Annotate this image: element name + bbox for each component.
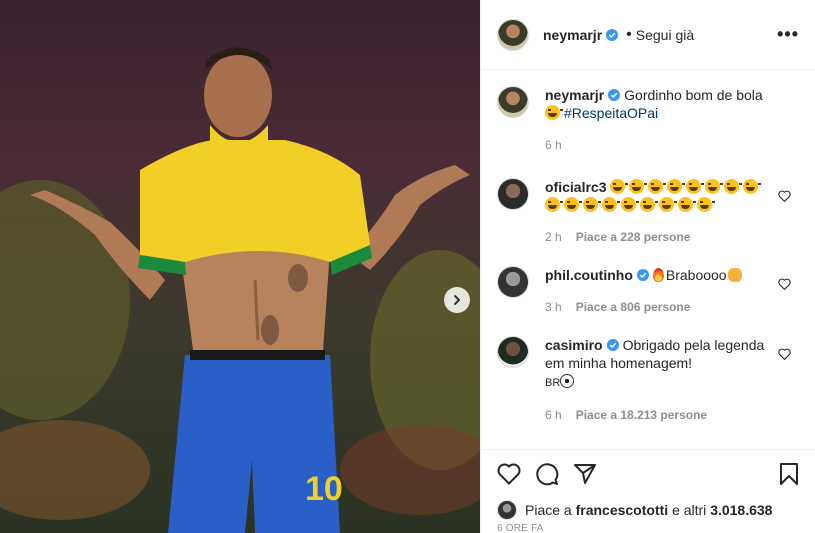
comments-list: neymarjr Gordinho bom de bola #RespeitaOP… xyxy=(481,70,815,449)
laughing-emoji-icon xyxy=(640,197,658,212)
laughing-emoji-icon xyxy=(667,179,686,194)
comment-time[interactable]: 6 h xyxy=(545,408,562,422)
follow-status-button[interactable]: Segui già xyxy=(636,27,694,43)
verified-badge-icon xyxy=(606,28,619,41)
comment-text: Braboooo xyxy=(665,267,727,283)
likes-prefix: Piace a xyxy=(525,502,572,518)
laughing-emoji-icon xyxy=(686,179,705,194)
laughing-emoji-icon xyxy=(629,179,648,194)
flag-emoji-text: BR xyxy=(545,377,561,389)
comment-username[interactable]: phil.coutinho xyxy=(545,267,633,283)
comment-item: casimiro Obrigado pela legenda em minha h… xyxy=(497,336,799,424)
laughing-emoji-icon xyxy=(705,179,724,194)
caption-meta: 6 h xyxy=(545,136,773,154)
caption-time[interactable]: 6 h xyxy=(545,138,562,152)
clapping-emoji-icon xyxy=(727,268,742,282)
comment-meta: 3 h Piace a 806 persone xyxy=(545,298,773,316)
share-icon[interactable] xyxy=(573,463,597,485)
laughing-emoji-icon xyxy=(697,197,715,212)
author-avatar[interactable] xyxy=(497,86,529,118)
comment-like-count[interactable]: Piace a 806 persone xyxy=(576,300,691,314)
more-options-button[interactable]: ••• xyxy=(777,24,799,45)
svg-text:10: 10 xyxy=(305,470,343,508)
post-side-panel: neymarjr • Segui già ••• neymarjr Gordinh… xyxy=(480,0,815,533)
laughing-emoji-icon xyxy=(659,197,677,212)
comment-heart-icon[interactable] xyxy=(778,278,791,290)
laughing-emoji-icon xyxy=(602,197,620,212)
soccer-ball-emoji-icon xyxy=(560,374,575,388)
post-photo: 10 xyxy=(0,0,480,533)
author-username[interactable]: neymarjr xyxy=(543,27,602,43)
comment-username[interactable]: casimiro xyxy=(545,337,603,353)
comment-meta: 6 h Piace a 18.213 persone xyxy=(545,406,773,424)
comment-time[interactable]: 2 h xyxy=(545,230,562,244)
verified-badge-icon xyxy=(606,339,619,351)
comment-like-count[interactable]: Piace a 18.213 persone xyxy=(576,408,707,422)
laughing-emoji-icon xyxy=(678,197,696,212)
caption: neymarjr Gordinho bom de bola #RespeitaOP… xyxy=(497,86,799,154)
laughing-emoji-icon xyxy=(545,197,563,212)
post-header: neymarjr • Segui già ••• xyxy=(481,0,815,70)
comment-heart-icon[interactable] xyxy=(778,190,791,202)
comment-username[interactable]: oficialrc3 xyxy=(545,179,606,195)
bookmark-icon[interactable] xyxy=(779,462,799,486)
liker-username[interactable]: francescototti xyxy=(576,502,669,518)
comment-body: casimiro Obrigado pela legenda em minha h… xyxy=(545,336,799,424)
author-avatar[interactable] xyxy=(497,18,529,51)
instagram-post-view: 10 neymarjr • Segui già ••• neymarjr Gor… xyxy=(0,0,815,533)
comment-body: oficialrc3 2 h Piace a 228 persone xyxy=(545,178,799,246)
chevron-right-icon xyxy=(454,295,461,305)
caption-username[interactable]: neymarjr xyxy=(545,87,604,103)
comment-heart-icon[interactable] xyxy=(778,348,791,360)
heart-icon[interactable] xyxy=(497,463,521,485)
laughing-emoji-icon xyxy=(545,105,563,120)
comment-icon[interactable] xyxy=(535,462,559,486)
next-photo-button[interactable] xyxy=(444,287,470,313)
verified-badge-icon xyxy=(608,89,621,101)
likes-count[interactable]: 3.018.638 xyxy=(710,502,772,518)
comment-body: phil.coutinho Braboooo 3 h Piace a 806 per… xyxy=(545,266,799,316)
laughing-emoji-icon xyxy=(564,197,582,212)
comment-like-count[interactable]: Piace a 228 persone xyxy=(576,230,691,244)
laughing-emoji-icon xyxy=(610,179,629,194)
comment-time[interactable]: 3 h xyxy=(545,300,562,314)
laughing-emoji-icon xyxy=(724,179,743,194)
comment-item: oficialrc3 2 h Piace a 228 persone xyxy=(497,178,799,246)
separator-dot: • xyxy=(626,25,632,43)
commenter-avatar[interactable] xyxy=(497,178,529,210)
caption-text: Gordinho bom de bola xyxy=(624,87,763,103)
laughing-emoji-icon xyxy=(648,179,667,194)
commenter-avatar[interactable] xyxy=(497,266,529,298)
comment-item: phil.coutinho Braboooo 3 h Piace a 806 per… xyxy=(497,266,799,316)
laughing-emoji-icon xyxy=(743,179,762,194)
post-actions-bar xyxy=(481,449,815,497)
laughing-emoji-icon xyxy=(583,197,601,212)
liker-avatar[interactable] xyxy=(497,500,517,520)
commenter-avatar[interactable] xyxy=(497,336,529,368)
laughing-emoji-icon xyxy=(621,197,639,212)
caption-body: neymarjr Gordinho bom de bola #RespeitaOP… xyxy=(545,86,799,154)
post-timestamp[interactable]: 6 ORE FA xyxy=(481,523,815,533)
player-illustration: 10 xyxy=(0,47,480,533)
verified-badge-icon xyxy=(636,269,649,281)
likes-summary: Piace a francescototti e altri 3.018.638 xyxy=(481,497,815,523)
hashtag-link[interactable]: #RespeitaOPai xyxy=(564,105,658,121)
comment-meta: 2 h Piace a 228 persone xyxy=(545,228,773,246)
fire-emoji-icon xyxy=(652,268,664,282)
likes-suffix: e altri xyxy=(672,502,707,518)
